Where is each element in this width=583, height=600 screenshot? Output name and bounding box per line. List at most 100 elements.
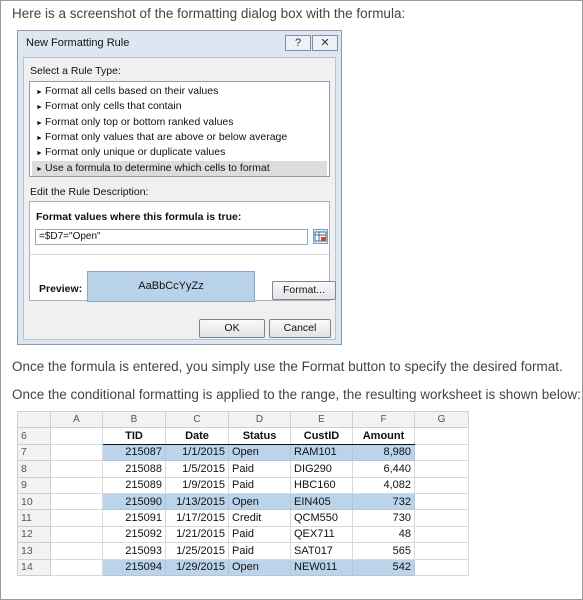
column-header-d[interactable]: D	[228, 410, 291, 429]
cell[interactable]	[50, 492, 103, 511]
cell[interactable]	[414, 542, 469, 560]
column-header-c[interactable]: C	[165, 410, 229, 429]
status-cell[interactable]: Credit	[228, 509, 291, 527]
custid-cell[interactable]: QCM550	[290, 509, 353, 527]
amount-cell[interactable]: 730	[352, 509, 415, 527]
cell[interactable]	[414, 476, 469, 494]
custid-cell[interactable]: DIG290	[290, 460, 353, 478]
cell[interactable]	[50, 476, 103, 494]
row-header[interactable]: 10	[17, 492, 51, 511]
table-row: 13 215093 1/25/2015 Paid SAT017 565	[17, 542, 469, 560]
rule-type-item[interactable]: ► Format all cells based on their values	[32, 84, 327, 99]
date-cell[interactable]: 1/1/2015	[165, 443, 229, 462]
cell[interactable]	[414, 525, 469, 544]
row-header[interactable]: 8	[17, 460, 51, 478]
help-button[interactable]: ?	[285, 35, 311, 51]
formula-input[interactable]: =$D7="Open"	[35, 229, 308, 245]
custid-cell[interactable]: RAM101	[290, 443, 353, 462]
custid-cell[interactable]: EIN405	[290, 492, 353, 511]
status-cell[interactable]: Paid	[228, 525, 291, 544]
cell[interactable]	[50, 542, 103, 560]
status-cell[interactable]: Paid	[228, 476, 291, 494]
row-header[interactable]: 11	[17, 509, 51, 527]
select-all-corner[interactable]	[17, 410, 51, 429]
tid-cell[interactable]: 215090	[102, 492, 166, 511]
amount-cell[interactable]: 4,082	[352, 476, 415, 494]
cell[interactable]	[414, 443, 469, 462]
tid-cell[interactable]: 215087	[102, 443, 166, 462]
row-header[interactable]: 13	[17, 542, 51, 560]
range-select-icon[interactable]	[313, 229, 328, 244]
ok-button[interactable]: OK	[199, 319, 265, 338]
format-button[interactable]: Format...	[272, 281, 336, 300]
tid-cell[interactable]: 215091	[102, 509, 166, 527]
header-tid[interactable]: TID	[102, 427, 166, 445]
header-amount[interactable]: Amount	[352, 427, 415, 445]
amount-cell[interactable]: 565	[352, 542, 415, 560]
cell[interactable]	[50, 558, 103, 576]
cell[interactable]	[50, 525, 103, 544]
tid-cell[interactable]: 215088	[102, 460, 166, 478]
rule-type-item[interactable]: ► Format only top or bottom ranked values	[32, 115, 327, 130]
cell[interactable]	[414, 492, 469, 511]
tid-cell[interactable]: 215089	[102, 476, 166, 494]
date-cell[interactable]: 1/25/2015	[165, 542, 229, 560]
cell[interactable]	[414, 509, 469, 527]
status-cell[interactable]: Paid	[228, 460, 291, 478]
cell[interactable]	[414, 558, 469, 576]
row-header[interactable]: 7	[17, 443, 51, 462]
worksheet: A B C D E F G 6 TID Date Status CustID Amount 7 215087…	[17, 410, 469, 576]
header-custid[interactable]: CustID	[290, 427, 353, 445]
amount-cell[interactable]: 542	[352, 558, 415, 576]
status-cell[interactable]: Paid	[228, 542, 291, 560]
custid-cell[interactable]: SAT017	[290, 542, 353, 560]
column-header-e[interactable]: E	[290, 410, 353, 429]
rule-type-item[interactable]: ► Format only cells that contain	[32, 99, 327, 114]
tid-cell[interactable]: 215093	[102, 542, 166, 560]
tid-cell[interactable]: 215094	[102, 558, 166, 576]
cancel-button[interactable]: Cancel	[269, 319, 331, 338]
amount-cell[interactable]: 8,980	[352, 443, 415, 462]
row-header[interactable]: 6	[17, 427, 51, 445]
amount-cell[interactable]: 6,440	[352, 460, 415, 478]
row-header[interactable]: 12	[17, 525, 51, 544]
cell[interactable]	[50, 443, 103, 462]
custid-cell[interactable]: NEW011	[290, 558, 353, 576]
rule-type-list[interactable]: ► Format all cells based on their values ►…	[29, 81, 330, 177]
status-cell[interactable]: Open	[228, 443, 291, 462]
rule-description-panel: Format values where this formula is true…	[29, 201, 336, 302]
column-header-g[interactable]: G	[414, 410, 469, 429]
cell[interactable]	[50, 509, 103, 527]
column-header-f[interactable]: F	[352, 410, 415, 429]
amount-cell[interactable]: 48	[352, 525, 415, 544]
cell[interactable]	[50, 460, 103, 478]
status-cell[interactable]: Open	[228, 492, 291, 511]
cell[interactable]	[414, 427, 469, 445]
status-cell[interactable]: Open	[228, 558, 291, 576]
rule-type-label: Format only values that are above or bel…	[45, 130, 288, 143]
date-cell[interactable]: 1/9/2015	[165, 476, 229, 494]
date-cell[interactable]: 1/29/2015	[165, 558, 229, 576]
close-button[interactable]: ✕	[312, 35, 338, 51]
rule-type-label: Use a formula to determine which cells t…	[45, 161, 270, 174]
tid-cell[interactable]: 215092	[102, 525, 166, 544]
custid-cell[interactable]: HBC160	[290, 476, 353, 494]
header-status[interactable]: Status	[228, 427, 291, 445]
date-cell[interactable]: 1/17/2015	[165, 509, 229, 527]
custid-cell[interactable]: QEX711	[290, 525, 353, 544]
date-cell[interactable]: 1/5/2015	[165, 460, 229, 478]
row-header[interactable]: 14	[17, 558, 51, 576]
date-cell[interactable]: 1/21/2015	[165, 525, 229, 544]
cell[interactable]	[50, 427, 103, 445]
cell[interactable]	[414, 460, 469, 478]
rule-type-item[interactable]: ► Format only values that are above or be…	[32, 130, 327, 145]
date-cell[interactable]: 1/13/2015	[165, 492, 229, 511]
rule-type-item[interactable]: ► Format only unique or duplicate values	[32, 145, 327, 160]
row-header[interactable]: 9	[17, 476, 51, 494]
amount-cell[interactable]: 732	[352, 492, 415, 511]
arrow-icon: ►	[36, 165, 43, 173]
rule-type-item[interactable]: ► Use a formula to determine which cells …	[32, 160, 327, 176]
column-header-a[interactable]: A	[50, 410, 103, 429]
column-header-b[interactable]: B	[102, 410, 166, 429]
header-date[interactable]: Date	[165, 427, 229, 445]
